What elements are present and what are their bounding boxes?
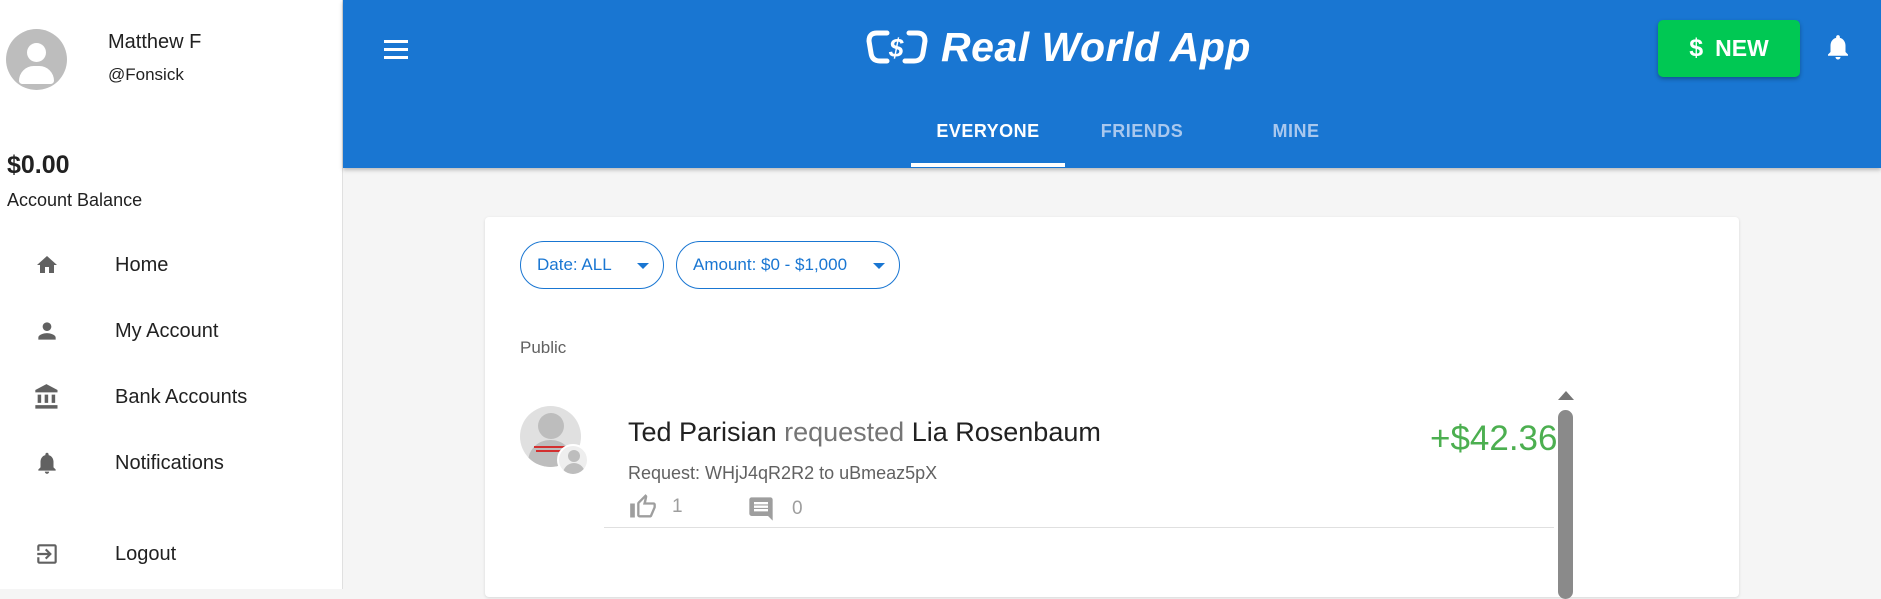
dollar-icon: $ [1689,34,1704,62]
menu-icon [384,39,408,43]
user-name: Matthew F [108,31,202,53]
section-label: Public [520,338,567,357]
sidebar-item-label: Notifications [115,451,224,474]
sidebar: Matthew F @Fonsick $0.00 Account Balance… [0,0,343,589]
transaction-list-card: Date: ALL Amount: $0 - $1,000 Public Ted… [485,217,1739,597]
transaction-title: Ted Parisian requested Lia Rosenbaum [628,417,1101,448]
transaction-receiver: Lia Rosenbaum [911,417,1101,447]
like-count: 1 [672,496,683,517]
sidebar-item-home[interactable]: Home [0,237,342,293]
divider [604,527,1554,528]
svg-text:$: $ [888,33,904,63]
transaction-item[interactable]: Ted Parisian requested Lia Rosenbaum Req… [520,389,1560,529]
bank-icon [33,383,61,411]
logo-icon: $ [866,30,928,64]
sidebar-item-label: Home [115,253,169,276]
sidebar-item-label: Logout [115,542,177,565]
user-handle: @Fonsick [108,65,184,84]
sidebar-item-label: My Account [115,319,219,342]
tab-everyone[interactable]: EVERYONE [911,104,1065,168]
menu-button[interactable] [379,32,413,66]
user-avatar [6,29,67,90]
app-header: $ Real World App $ NEW EVERYONE FRIENDS … [343,0,1881,168]
comment-count: 0 [792,498,803,519]
comment-button[interactable]: 0 [746,495,803,523]
active-tab-indicator [911,163,1065,167]
home-icon [33,251,61,279]
transaction-detail: Request: WHjJ4qR2R2 to uBmeaz5pX [628,463,938,483]
transaction-amount: +$42.36 [1430,419,1558,458]
account-balance-label: Account Balance [7,190,143,210]
date-filter[interactable]: Date: ALL [520,241,664,289]
chevron-down-icon [637,263,649,269]
receiver-avatar [557,444,589,476]
logout-icon [33,540,61,568]
bell-icon [33,449,61,477]
bell-icon [1828,35,1848,60]
scroll-up-arrow[interactable] [1558,391,1574,400]
notifications-button[interactable] [1823,32,1853,62]
sidebar-item-my-account[interactable]: My Account [0,303,342,359]
tab-mine[interactable]: MINE [1219,104,1373,168]
person-icon [33,317,61,345]
sidebar-item-notifications[interactable]: Notifications [0,435,342,491]
sidebar-item-bank-accounts[interactable]: Bank Accounts [0,369,342,425]
amount-filter-label: Amount: $0 - $1,000 [693,255,848,274]
account-balance-amount: $0.00 [7,151,70,179]
new-transaction-button[interactable]: $ NEW [1658,20,1800,77]
transaction-verb: requested [784,417,905,447]
comment-icon [749,497,773,521]
transaction-sender: Ted Parisian [628,417,777,447]
thumb-up-icon [630,494,656,518]
tab-friends[interactable]: FRIENDS [1065,104,1219,168]
app-title: Real World App [941,23,1251,70]
amount-filter[interactable]: Amount: $0 - $1,000 [676,241,900,289]
sidebar-item-logout[interactable]: Logout [0,526,342,582]
avatar [6,29,67,90]
like-button[interactable]: 1 [628,493,683,521]
chevron-down-icon [873,263,885,269]
new-button-label: NEW [1715,35,1769,61]
date-filter-label: Date: ALL [537,255,612,274]
sidebar-item-label: Bank Accounts [115,385,248,408]
scrollbar-thumb[interactable] [1558,410,1573,599]
app-logo[interactable]: $ Real World App [865,22,1251,72]
